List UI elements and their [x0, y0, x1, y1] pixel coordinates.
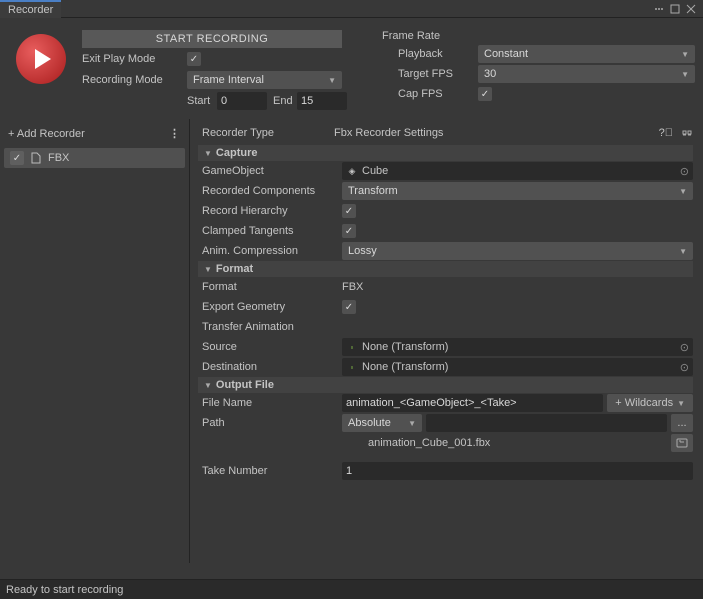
- object-picker-icon[interactable]: ⊙: [680, 341, 689, 354]
- browse-button[interactable]: ...: [671, 414, 693, 432]
- clamped-tangents-checkbox[interactable]: [342, 224, 356, 238]
- gameobject-value: Cube: [362, 165, 388, 177]
- destination-field[interactable]: ⬞ None (Transform) ⊙: [342, 358, 693, 376]
- format-section-header[interactable]: ▼ Format: [198, 261, 693, 277]
- recorded-components-value: Transform: [348, 185, 398, 197]
- destination-label: Destination: [202, 361, 342, 373]
- tab-label: Recorder: [8, 4, 53, 16]
- record-button[interactable]: [16, 34, 66, 84]
- exit-play-mode-label: Exit Play Mode: [82, 53, 187, 65]
- capture-section-header[interactable]: ▼ Capture: [198, 145, 693, 161]
- take-number-label: Take Number: [202, 465, 342, 477]
- chevron-down-icon: ▼: [679, 187, 687, 196]
- chevron-down-icon: ▼: [204, 265, 212, 274]
- exit-play-mode-checkbox[interactable]: [187, 52, 201, 66]
- transform-icon: ⬞: [346, 341, 358, 353]
- path-mode-value: Absolute: [348, 417, 391, 429]
- help-icon[interactable]: ?⃝: [659, 127, 673, 139]
- end-frame-input[interactable]: [297, 92, 347, 110]
- menu-icon[interactable]: [653, 3, 665, 15]
- playback-dropdown[interactable]: Constant ▼: [478, 45, 695, 63]
- maximize-icon[interactable]: [669, 3, 681, 15]
- recording-mode-label: Recording Mode: [82, 74, 187, 86]
- chevron-down-icon: ▼: [681, 50, 689, 59]
- gameobject-field[interactable]: ◈ Cube ⊙: [342, 162, 693, 180]
- format-value: FBX: [342, 281, 363, 293]
- recorder-list-item[interactable]: FBX: [4, 148, 185, 168]
- start-frame-input[interactable]: [217, 92, 267, 110]
- format-title: Format: [216, 263, 253, 275]
- filename-label: File Name: [202, 397, 342, 409]
- more-icon[interactable]: ⋮: [169, 127, 181, 140]
- recorded-components-dropdown[interactable]: Transform ▼: [342, 182, 693, 200]
- anim-compression-value: Lossy: [348, 245, 377, 257]
- output-section-header[interactable]: ▼ Output File: [198, 377, 693, 393]
- start-recording-button[interactable]: START RECORDING: [82, 30, 342, 48]
- reveal-icon: [676, 437, 688, 449]
- gameobject-label: GameObject: [202, 165, 342, 177]
- export-geometry-checkbox[interactable]: [342, 300, 356, 314]
- recording-mode-value: Frame Interval: [193, 74, 264, 86]
- close-icon[interactable]: [685, 3, 697, 15]
- reveal-button[interactable]: [671, 434, 693, 452]
- target-fps-dropdown[interactable]: 30 ▼: [478, 65, 695, 83]
- chevron-down-icon: ▼: [204, 381, 212, 390]
- target-fps-label: Target FPS: [398, 68, 478, 80]
- start-frame-label: Start: [187, 95, 217, 107]
- record-hierarchy-label: Record Hierarchy: [202, 205, 342, 217]
- tab-recorder[interactable]: Recorder: [0, 0, 61, 18]
- wildcards-button[interactable]: + Wildcards ▼: [607, 394, 693, 412]
- source-field[interactable]: ⬞ None (Transform) ⊙: [342, 338, 693, 356]
- path-input[interactable]: [426, 414, 667, 432]
- playback-value: Constant: [484, 48, 528, 60]
- recorder-type-value: Fbx Recorder Settings: [334, 127, 443, 139]
- cap-fps-checkbox[interactable]: [478, 87, 492, 101]
- path-mode-dropdown[interactable]: Absolute ▼: [342, 414, 422, 432]
- object-picker-icon[interactable]: ⊙: [680, 361, 689, 374]
- chevron-down-icon: ▼: [679, 247, 687, 256]
- recorder-type-label: Recorder Type: [202, 127, 334, 139]
- capture-title: Capture: [216, 147, 258, 159]
- recording-mode-dropdown[interactable]: Frame Interval ▼: [187, 71, 342, 89]
- path-label: Path: [202, 417, 342, 429]
- chevron-down-icon: ▼: [677, 399, 685, 408]
- filename-input[interactable]: [342, 394, 603, 412]
- playback-label: Playback: [398, 48, 478, 60]
- chevron-down-icon: ▼: [681, 70, 689, 79]
- target-fps-value: 30: [484, 68, 496, 80]
- output-title: Output File: [216, 379, 274, 391]
- anim-compression-dropdown[interactable]: Lossy ▼: [342, 242, 693, 260]
- source-label: Source: [202, 341, 342, 353]
- recorder-enabled-checkbox[interactable]: [10, 151, 24, 165]
- chevron-down-icon: ▼: [408, 419, 416, 428]
- play-icon: [35, 49, 51, 69]
- object-picker-icon[interactable]: ⊙: [680, 165, 689, 178]
- transform-icon: ⬞: [346, 361, 358, 373]
- preset-icon[interactable]: [681, 127, 693, 139]
- end-frame-label: End: [267, 95, 297, 107]
- status-text: Ready to start recording: [6, 584, 123, 596]
- frame-rate-label: Frame Rate: [380, 30, 695, 42]
- resolved-filename: animation_Cube_001.fbx: [368, 437, 490, 449]
- wildcards-label: + Wildcards: [615, 397, 673, 409]
- export-geometry-label: Export Geometry: [202, 301, 342, 313]
- chevron-down-icon: ▼: [204, 149, 212, 158]
- transfer-animation-label: Transfer Animation: [202, 321, 342, 333]
- take-number-input[interactable]: [342, 462, 693, 480]
- cube-icon: ◈: [346, 165, 358, 177]
- clamped-tangents-label: Clamped Tangents: [202, 225, 342, 237]
- file-icon: [30, 152, 42, 164]
- add-recorder-button[interactable]: + Add Recorder: [8, 128, 85, 140]
- recorder-item-label: FBX: [48, 152, 69, 164]
- format-label: Format: [202, 281, 342, 293]
- record-hierarchy-checkbox[interactable]: [342, 204, 356, 218]
- cap-fps-label: Cap FPS: [398, 88, 478, 100]
- destination-value: None (Transform): [362, 361, 448, 373]
- recorded-components-label: Recorded Components: [202, 185, 342, 197]
- chevron-down-icon: ▼: [328, 76, 336, 85]
- source-value: None (Transform): [362, 341, 448, 353]
- anim-compression-label: Anim. Compression: [202, 245, 342, 257]
